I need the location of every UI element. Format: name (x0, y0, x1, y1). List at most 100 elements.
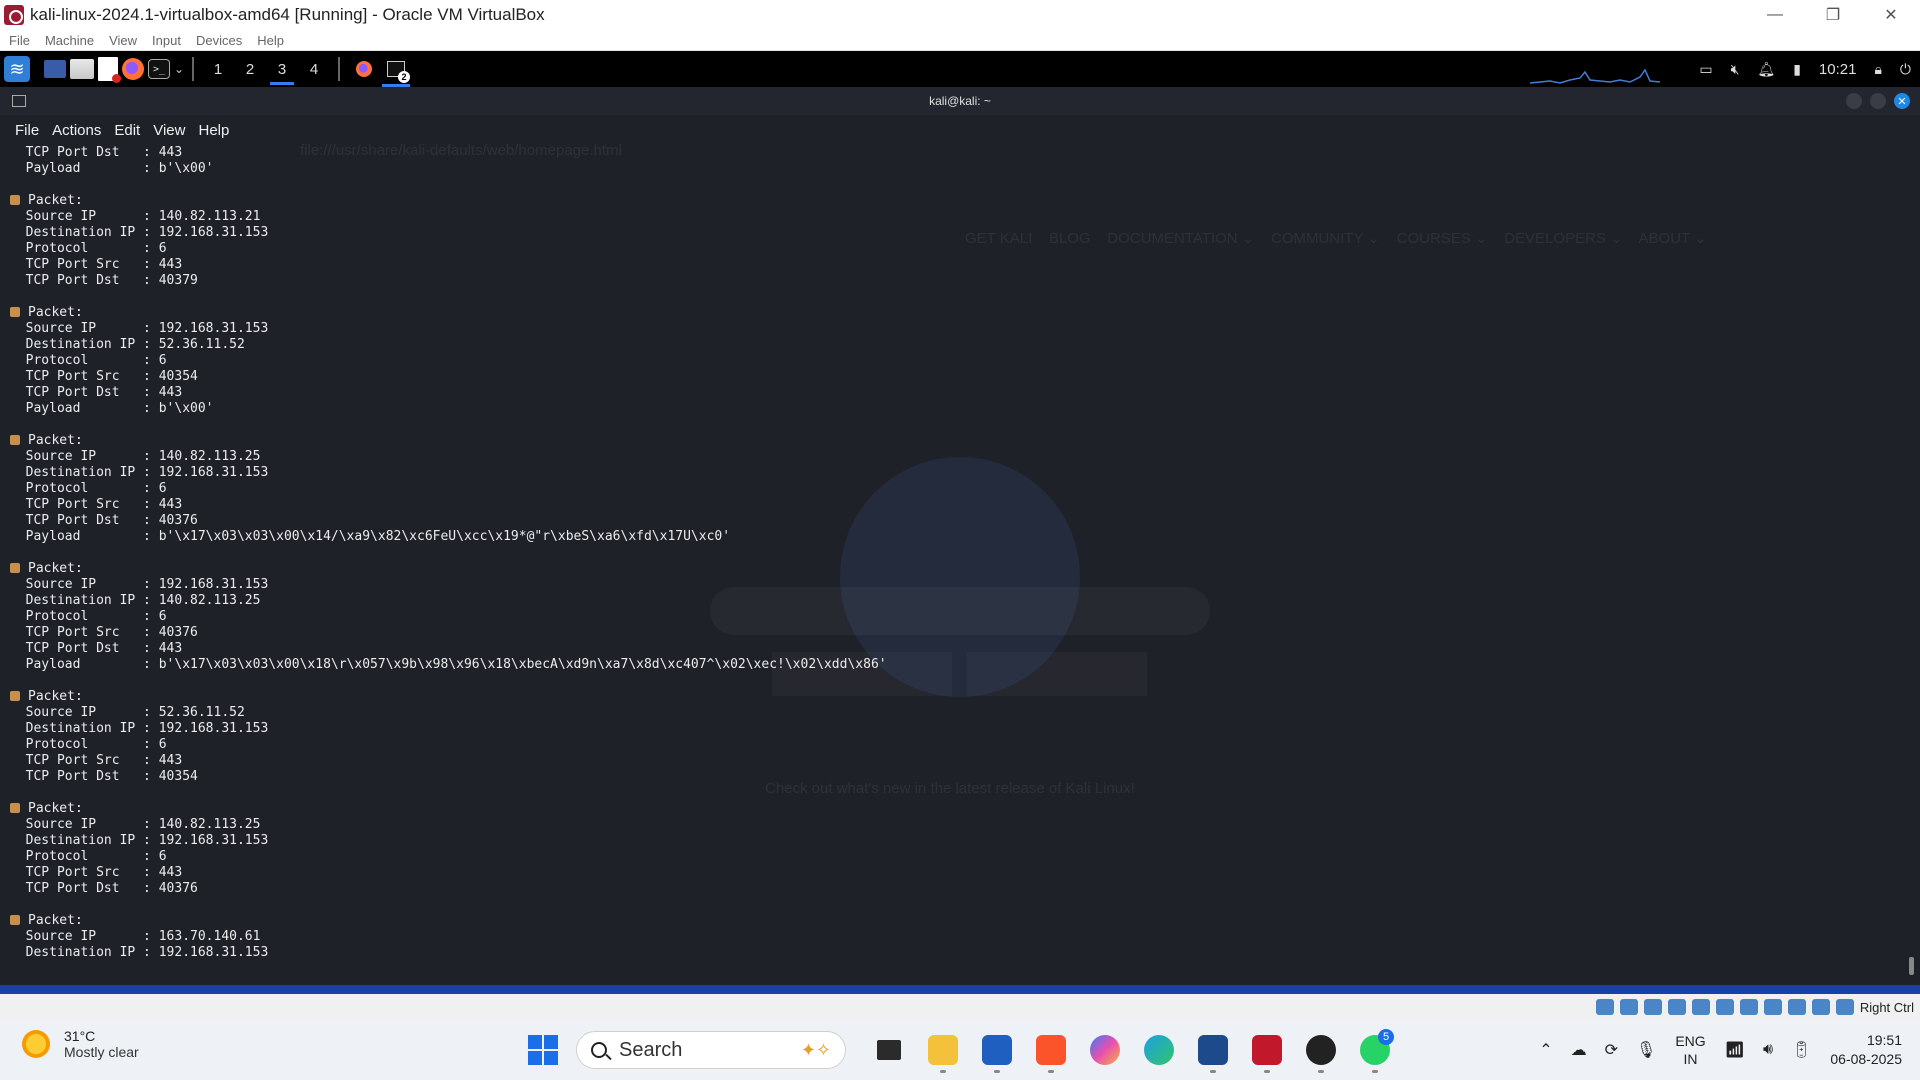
kali-menu-icon[interactable] (4, 56, 30, 82)
terminal-launcher-icon[interactable]: >_ (148, 59, 170, 79)
text-editor-icon[interactable] (98, 57, 121, 83)
terminal-minimize-button[interactable] (1846, 93, 1862, 109)
volume-muted-icon[interactable]: 🔇︎ (1731, 61, 1740, 78)
close-button[interactable]: ✕ (1862, 0, 1920, 30)
task-view-icon[interactable] (866, 1027, 912, 1073)
keyboard-icon[interactable] (1835, 999, 1854, 1015)
usb-icon[interactable] (1691, 999, 1710, 1015)
power-icon[interactable]: ⏻ (1900, 61, 1911, 78)
terminal-menu-view[interactable]: View (153, 122, 185, 139)
field-value: 6 (158, 241, 167, 256)
terminal-scrollbar[interactable] (1909, 957, 1914, 975)
taskbar-search[interactable]: Search ✦✧ (576, 1031, 846, 1069)
terminal-menu-actions[interactable]: Actions (52, 122, 101, 139)
field-value: b'\x00' (158, 401, 214, 416)
network-icon[interactable] (1667, 999, 1686, 1015)
restore-button[interactable]: ❐ (1804, 0, 1862, 30)
workspace-3[interactable]: 3 (266, 51, 298, 87)
packet-field: Payload : b'\x00' (25, 401, 214, 416)
terminal-close-button[interactable]: ✕ (1894, 93, 1910, 109)
cpu-icon[interactable] (1787, 999, 1806, 1015)
optical-drive-icon[interactable] (1619, 999, 1638, 1015)
vbox-menu-devices[interactable]: Devices (196, 33, 242, 48)
obs-studio-icon[interactable] (1298, 1027, 1344, 1073)
show-desktop-icon[interactable] (44, 60, 66, 78)
task-terminal[interactable]: 2 (380, 51, 412, 87)
terminal-title: kali@kali: ~ (929, 94, 991, 108)
file-explorer-icon[interactable] (920, 1027, 966, 1073)
package-icon (10, 435, 20, 445)
brave-browser-icon[interactable] (1028, 1027, 1074, 1073)
sync-icon[interactable]: ⟳ (1605, 1040, 1618, 1060)
lock-icon[interactable]: 🔒︎ (1874, 61, 1881, 78)
edge-browser-icon[interactable] (1136, 1027, 1182, 1073)
kali-clock[interactable]: 10:21 (1819, 61, 1857, 78)
windows-start-icon[interactable] (528, 1035, 558, 1065)
battery-icon[interactable]: 🔋︎ (1791, 1040, 1811, 1060)
wifi-icon[interactable]: 📶︎ (1725, 1040, 1745, 1060)
virtualbox-icon[interactable] (1190, 1027, 1236, 1073)
file-manager-icon[interactable] (70, 59, 94, 79)
field-value: 192.168.31.153 (158, 321, 269, 336)
onedrive-cloud-icon[interactable]: ☁ (1571, 1040, 1587, 1060)
vbox-menu-input[interactable]: Input (152, 33, 181, 48)
microphone-icon[interactable]: 🎙︎ (1636, 1040, 1656, 1060)
power-plug-icon[interactable]: ▮ (1793, 61, 1801, 78)
packet-field: Protocol : 6 (25, 849, 167, 864)
hard-disk-icon[interactable] (1595, 999, 1614, 1015)
packet-header: Packet: (10, 305, 1890, 321)
field-value: 140.82.113.21 (158, 209, 261, 224)
mouse-integration-icon[interactable] (1811, 999, 1830, 1015)
task-firefox[interactable] (348, 51, 380, 87)
field-key: TCP Port Src (25, 625, 136, 640)
field-key: TCP Port Src (25, 257, 136, 272)
whatsapp-icon[interactable]: 5 (1352, 1027, 1398, 1073)
display-icon[interactable]: ▭ (1699, 61, 1712, 78)
kali-vm-icon[interactable] (1244, 1027, 1290, 1073)
field-value: 6 (158, 609, 167, 624)
windows-taskbar: 31°C Mostly clear Search ✦✧ 5 ⌃ ☁ ⟳ 🎙︎ E… (0, 1020, 1920, 1080)
terminal-menu-help[interactable]: Help (198, 122, 229, 139)
virtualbox-statusbar: Right Ctrl (0, 985, 1920, 1020)
packet-field: Source IP : 163.70.140.61 (25, 929, 261, 944)
chevron-down-icon[interactable]: ⌄ (174, 62, 184, 76)
terminal-menu-file[interactable]: File (15, 122, 39, 139)
notification-bell-icon[interactable]: 🔔︎ (1757, 61, 1775, 78)
field-value: 40376 (158, 625, 198, 640)
copilot-icon[interactable] (1082, 1027, 1128, 1073)
input-language[interactable]: ENG IN (1675, 1032, 1705, 1068)
shared-folders-icon[interactable] (1715, 999, 1734, 1015)
workspace-4[interactable]: 4 (298, 51, 330, 87)
chevron-up-icon[interactable]: ⌃ (1539, 1040, 1552, 1060)
workspace-1[interactable]: 1 (202, 51, 234, 87)
firefox-icon[interactable] (122, 58, 144, 80)
field-value: b'\x00' (158, 161, 214, 176)
weather-widget[interactable]: 31°C Mostly clear (22, 1028, 139, 1060)
whatsapp-unread-badge: 5 (1378, 1029, 1394, 1045)
field-value: 443 (158, 641, 183, 656)
packet-field: Destination IP : 140.82.113.25 (25, 593, 261, 608)
terminal-output[interactable]: TCP Port Dst : 443 Payload : b'\x00' Pac… (10, 145, 1890, 961)
minimize-button[interactable]: — (1746, 0, 1804, 30)
speaker-icon[interactable]: 🔊︎ (1763, 1041, 1773, 1059)
vbox-menu-view[interactable]: View (109, 33, 137, 48)
workspace-2[interactable]: 2 (234, 51, 266, 87)
microsoft-store-icon[interactable] (974, 1027, 1020, 1073)
vbox-menu-file[interactable]: File (9, 33, 30, 48)
display-icon[interactable] (1739, 999, 1758, 1015)
terminal-window-controls: ✕ (1838, 93, 1910, 109)
recording-icon[interactable] (1763, 999, 1782, 1015)
packet-field: Protocol : 6 (25, 737, 167, 752)
field-key: Destination IP (25, 833, 136, 848)
vbox-menu-machine[interactable]: Machine (45, 33, 94, 48)
field-key: Source IP (25, 577, 136, 592)
packet-header: Packet: (10, 689, 1890, 705)
terminal-menu-edit[interactable]: Edit (114, 122, 140, 139)
vbox-menu-help[interactable]: Help (257, 33, 284, 48)
packet-label: Packet: (28, 305, 83, 320)
terminal-maximize-button[interactable] (1870, 93, 1886, 109)
field-value: 443 (158, 385, 183, 400)
audio-icon[interactable] (1643, 999, 1662, 1015)
date-time[interactable]: 19:51 06-08-2025 (1830, 1031, 1902, 1069)
